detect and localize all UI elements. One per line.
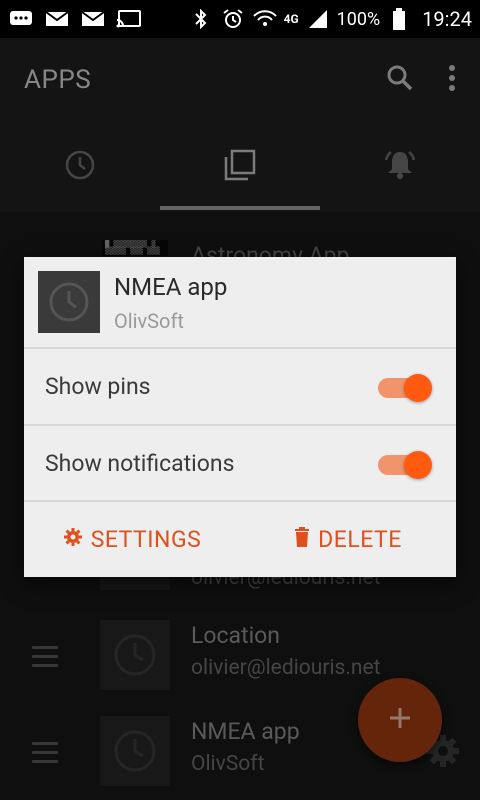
signal-icon (305, 10, 331, 28)
wifi-icon (252, 10, 278, 28)
mail-icon (80, 10, 106, 28)
switch-thumb (404, 451, 432, 479)
chat-icon (8, 10, 34, 28)
trash-icon (294, 526, 310, 553)
mail-icon (44, 10, 70, 28)
app-thumbnail (38, 271, 100, 333)
status-bar: 4G 100% 19:24 (0, 0, 480, 38)
show-pins-switch[interactable] (378, 373, 434, 402)
app-options-dialog: NMEA app OlivSoft Show pins Show notific… (24, 257, 456, 577)
settings-label: SETTINGS (90, 526, 202, 553)
dialog-header: NMEA app OlivSoft (24, 257, 456, 347)
cast-icon (116, 10, 142, 28)
settings-button[interactable]: SETTINGS (24, 502, 240, 577)
battery-icon (386, 8, 412, 30)
dialog-app-developer: OlivSoft (114, 309, 184, 333)
delete-button[interactable]: DELETE (240, 502, 456, 577)
clock-time: 19:24 (422, 7, 472, 31)
dialog-actions: SETTINGS DELETE (24, 502, 456, 577)
bluetooth-icon (188, 9, 214, 29)
switch-thumb (404, 374, 432, 402)
toggle-label: Show pins (45, 373, 151, 400)
show-notifications-switch[interactable] (378, 450, 434, 479)
toggle-row-show-notifications[interactable]: Show notifications (24, 426, 456, 502)
delete-label: DELETE (318, 526, 402, 553)
dialog-app-name: NMEA app (114, 273, 228, 301)
alarm-icon (220, 9, 246, 28)
toggle-row-show-pins[interactable]: Show pins (24, 349, 456, 425)
network-type: 4G (283, 12, 299, 26)
gear-icon (63, 526, 83, 553)
toggle-label: Show notifications (45, 450, 235, 477)
battery-percent: 100% (336, 8, 381, 30)
screen: 4G 100% 19:24 APPS █ ▒▒▒▒▒▒▒▒ ▒ ▒▒▒▒▒ ▒▒… (0, 0, 480, 800)
